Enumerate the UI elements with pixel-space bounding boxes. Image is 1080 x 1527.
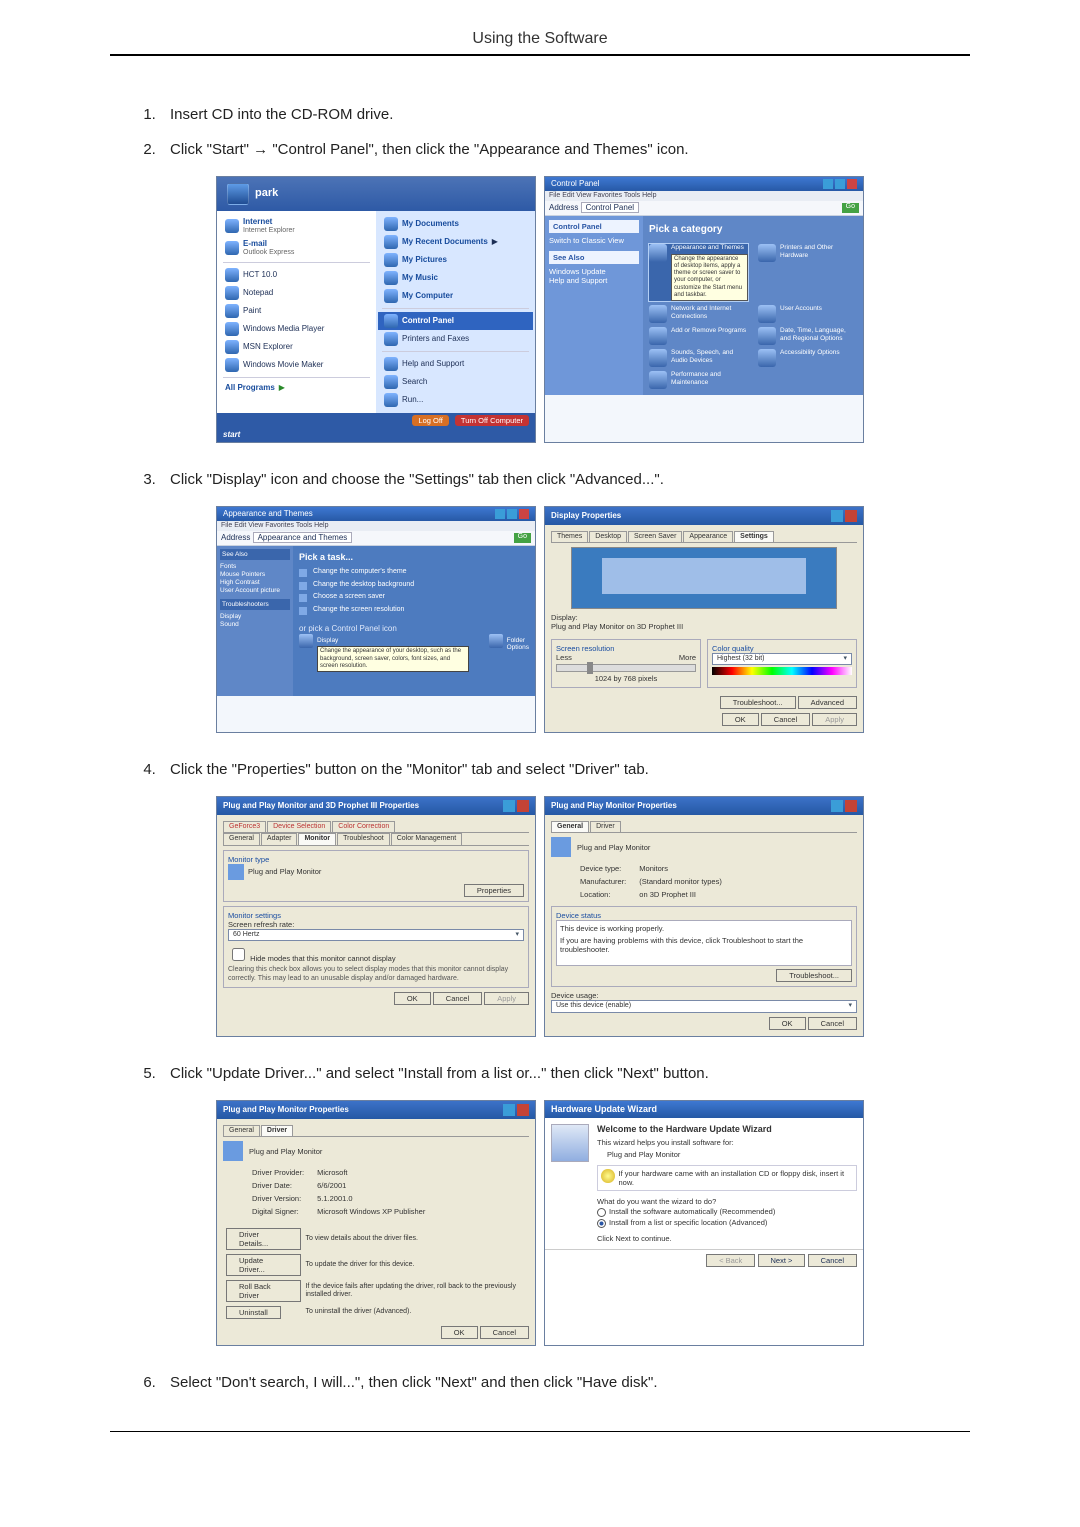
refresh-select[interactable]: 60 Hertz	[228, 929, 524, 941]
step-2: Click "Start" → "Control Panel", then cl…	[160, 141, 970, 158]
screenshot-display-properties: Display Properties Themes Desktop Screen…	[544, 506, 864, 733]
appearance-icon	[649, 244, 667, 262]
window-title: Control Panel	[551, 179, 599, 189]
screenshot-control-panel: Control Panel File Edit View Favorites T…	[544, 176, 864, 443]
page-title: Using the Software	[110, 30, 970, 56]
monitor-icon	[228, 864, 244, 880]
monitor-preview	[571, 547, 837, 609]
start-control-panel[interactable]: Control Panel	[378, 312, 533, 330]
start-user: park	[255, 187, 278, 200]
pick-category-heading: Pick a category	[649, 224, 857, 236]
user-avatar-icon	[227, 183, 249, 205]
monitor-icon	[551, 837, 571, 857]
maximize-icon[interactable]	[835, 179, 845, 189]
minimize-icon[interactable]	[823, 179, 833, 189]
tab-driver[interactable]: Driver	[261, 1125, 293, 1136]
apply-button[interactable]: Apply	[812, 713, 857, 726]
step-5: Click "Update Driver..." and select "Ins…	[160, 1065, 970, 1082]
tab-monitor[interactable]: Monitor	[298, 833, 336, 844]
color-select[interactable]: Highest (32 bit)	[712, 653, 852, 665]
logoff-button[interactable]: Log Off	[412, 415, 448, 426]
troubleshoot-button[interactable]: Troubleshoot...	[776, 969, 852, 982]
rollback-driver-button[interactable]: Roll Back Driver	[226, 1280, 301, 1302]
screenshot-pnp-driver: Plug and Play Monitor Properties General…	[216, 1100, 536, 1346]
category-appearance[interactable]: Appearance and ThemesChange the appearan…	[649, 244, 748, 301]
cancel-button[interactable]: Cancel	[808, 1254, 857, 1267]
uninstall-button[interactable]: Uninstall	[226, 1306, 281, 1319]
screenshot-pnp-general: Plug and Play Monitor Properties General…	[544, 796, 864, 1037]
all-programs[interactable]: All Programs ▶	[219, 381, 374, 395]
troubleshoot-button[interactable]: Troubleshoot...	[720, 696, 796, 709]
step-4: Click the "Properties" button on the "Mo…	[160, 761, 970, 778]
turnoff-button[interactable]: Turn Off Computer	[455, 415, 529, 426]
screenshot-start-menu: park InternetInternet Explorer E-mailOut…	[216, 176, 536, 443]
icon-display[interactable]: Display Change the appearance of your de…	[299, 634, 469, 675]
cd-icon	[601, 1169, 615, 1183]
next-button[interactable]: Next >	[758, 1254, 806, 1267]
tab-settings[interactable]: Settings	[734, 531, 774, 542]
step-1: Insert CD into the CD-ROM drive.	[160, 106, 970, 123]
wizard-opt-auto[interactable]: Install the software automatically (Reco…	[597, 1206, 857, 1217]
wizard-opt-list[interactable]: Install from a list or specific location…	[597, 1217, 857, 1228]
update-driver-button[interactable]: Update Driver...	[226, 1254, 301, 1276]
ok-button[interactable]: OK	[722, 713, 759, 726]
resolution-slider[interactable]	[556, 664, 696, 672]
back-button[interactable]: < Back	[706, 1254, 755, 1267]
help-icon[interactable]	[831, 510, 843, 522]
advanced-button[interactable]: Advanced	[798, 696, 857, 709]
properties-button[interactable]: Properties	[464, 884, 524, 897]
start-button[interactable]: start	[217, 428, 535, 442]
close-icon[interactable]	[845, 510, 857, 522]
close-icon[interactable]	[847, 179, 857, 189]
screenshot-monitor-tab: Plug and Play Monitor and 3D Prophet III…	[216, 796, 536, 1037]
wizard-icon	[551, 1124, 589, 1162]
go-button[interactable]: Go	[842, 203, 859, 213]
hide-modes-checkbox[interactable]	[232, 948, 245, 961]
cancel-button[interactable]: Cancel	[761, 713, 810, 726]
usage-select[interactable]: Use this device (enable)	[551, 1000, 857, 1012]
screenshot-appearance-tasks: Appearance and Themes File Edit View Fav…	[216, 506, 536, 733]
driver-details-button[interactable]: Driver Details...	[226, 1228, 301, 1250]
step-6: Select "Don't search, I will...", then c…	[160, 1374, 970, 1391]
step-3: Click "Display" icon and choose the "Set…	[160, 471, 970, 488]
screenshot-update-wizard: Hardware Update Wizard Welcome to the Ha…	[544, 1100, 864, 1346]
menu-bar[interactable]: File Edit View Favorites Tools Help	[545, 191, 863, 201]
monitor-icon	[223, 1141, 243, 1161]
